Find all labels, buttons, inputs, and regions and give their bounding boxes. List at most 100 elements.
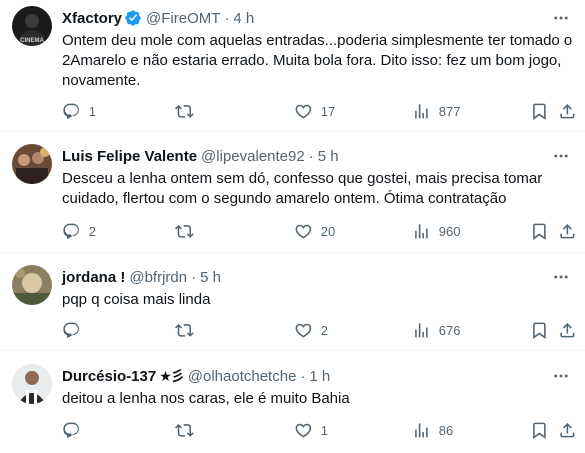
share-icon xyxy=(558,321,577,340)
like-button[interactable]: 2 xyxy=(294,320,328,340)
separator-dot: · xyxy=(191,268,197,286)
retweet-button[interactable] xyxy=(175,221,202,241)
bookmark-button[interactable] xyxy=(530,221,549,241)
retweet-button[interactable] xyxy=(175,420,202,440)
views-icon xyxy=(412,222,431,241)
reply-count: 2 xyxy=(88,223,96,239)
retweet-button[interactable] xyxy=(175,101,202,121)
reply-feed: CINEMA Xfactory @FireOMT · 4 h Ontem deu… xyxy=(0,0,585,453)
avatar[interactable]: CINEMA xyxy=(12,6,52,46)
like-count: 17 xyxy=(320,103,336,119)
views-button[interactable]: 676 xyxy=(412,320,460,340)
more-icon[interactable] xyxy=(551,366,571,386)
name-suffix: ★彡 xyxy=(159,368,185,384)
avatar-logo-text: CINEMA xyxy=(20,38,44,44)
reply-button[interactable]: 2 xyxy=(62,221,96,241)
like-icon xyxy=(294,321,313,340)
tweet[interactable]: CINEMA Xfactory @FireOMT · 4 h Ontem deu… xyxy=(0,0,585,131)
share-icon xyxy=(558,102,577,121)
reply-button[interactable]: 1 xyxy=(62,101,96,121)
bookmark-icon xyxy=(530,421,549,440)
author-name[interactable]: Xfactory xyxy=(62,10,122,27)
tweet-header: Durcésio-137 ★彡 @olhaotchetche · 1 h xyxy=(62,366,573,386)
reply-button[interactable] xyxy=(62,420,89,440)
separator-dot: · xyxy=(308,147,314,165)
like-count: 1 xyxy=(320,422,328,438)
like-button[interactable]: 1 xyxy=(294,420,328,440)
retweet-icon xyxy=(175,222,194,241)
tweet[interactable]: Luis Felipe Valente @lipevalente92 · 5 h… xyxy=(0,131,585,252)
verified-badge-icon xyxy=(124,9,142,27)
views-count: 86 xyxy=(438,422,454,438)
views-count: 877 xyxy=(438,103,461,119)
share-button[interactable] xyxy=(558,101,577,121)
bookmark-icon xyxy=(530,321,549,340)
views-button[interactable]: 960 xyxy=(412,221,460,241)
tweet-text: pqp q coisa mais linda xyxy=(62,291,211,308)
share-button[interactable] xyxy=(558,320,577,340)
author-name[interactable]: jordana ! xyxy=(62,269,125,286)
timestamp[interactable]: 5 h xyxy=(318,148,339,165)
action-bar: 2 676 xyxy=(62,320,575,340)
bookmark-icon xyxy=(530,222,549,241)
views-icon xyxy=(412,321,431,340)
tweet-text: deitou a lenha nos caras, ele é muito Ba… xyxy=(62,390,350,407)
share-icon xyxy=(558,421,577,440)
more-icon[interactable] xyxy=(551,267,571,287)
author-handle[interactable]: @lipevalente92 xyxy=(201,148,305,165)
avatar[interactable] xyxy=(12,364,52,404)
author-handle[interactable]: @olhaotchetche xyxy=(188,368,297,385)
action-bar: 1 86 xyxy=(62,420,575,440)
timestamp[interactable]: 1 h xyxy=(309,368,330,385)
author-handle[interactable]: @FireOMT xyxy=(146,10,220,27)
reply-icon xyxy=(62,421,81,440)
tweet[interactable]: jordana ! @bfrjrdn · 5 h pqp q coisa mai… xyxy=(0,252,585,350)
views-button[interactable]: 86 xyxy=(412,420,453,440)
author-name[interactable]: Durcésio-137 xyxy=(62,368,156,385)
reply-icon xyxy=(62,222,81,241)
views-button[interactable]: 877 xyxy=(412,101,460,121)
tweet-header: Xfactory @FireOMT · 4 h xyxy=(62,8,573,28)
like-button[interactable]: 20 xyxy=(294,221,335,241)
more-icon[interactable] xyxy=(551,8,571,28)
like-count: 20 xyxy=(320,223,336,239)
retweet-icon xyxy=(175,321,194,340)
views-count: 676 xyxy=(438,322,461,338)
reply-icon xyxy=(62,321,81,340)
bookmark-button[interactable] xyxy=(530,420,549,440)
bookmark-icon xyxy=(530,102,549,121)
tweet-text: Desceu a lenha ontem sem dó, confesso qu… xyxy=(62,170,543,207)
views-icon xyxy=(412,421,431,440)
avatar[interactable] xyxy=(12,265,52,305)
reply-button[interactable] xyxy=(62,320,89,340)
share-button[interactable] xyxy=(558,420,577,440)
separator-dot: · xyxy=(224,9,230,27)
retweet-icon xyxy=(175,421,194,440)
avatar[interactable] xyxy=(12,144,52,184)
bookmark-button[interactable] xyxy=(530,101,549,121)
reply-icon xyxy=(62,102,81,121)
views-icon xyxy=(412,102,431,121)
retweet-button[interactable] xyxy=(175,320,202,340)
action-bar: 1 17 877 xyxy=(62,101,575,121)
timestamp[interactable]: 5 h xyxy=(200,269,221,286)
like-button[interactable]: 17 xyxy=(294,101,335,121)
bookmark-button[interactable] xyxy=(530,320,549,340)
like-count: 2 xyxy=(320,322,328,338)
tweet-header: jordana ! @bfrjrdn · 5 h xyxy=(62,267,573,287)
tweet[interactable]: Durcésio-137 ★彡 @olhaotchetche · 1 h dei… xyxy=(0,350,585,453)
tweet-header: Luis Felipe Valente @lipevalente92 · 5 h xyxy=(62,146,573,166)
separator-dot: · xyxy=(300,367,306,385)
author-handle[interactable]: @bfrjrdn xyxy=(129,269,187,286)
share-icon xyxy=(558,222,577,241)
action-bar: 2 20 960 xyxy=(62,221,575,241)
like-icon xyxy=(294,222,313,241)
share-button[interactable] xyxy=(558,221,577,241)
more-icon[interactable] xyxy=(551,146,571,166)
views-count: 960 xyxy=(438,223,461,239)
retweet-icon xyxy=(175,102,194,121)
author-name[interactable]: Luis Felipe Valente xyxy=(62,148,197,165)
timestamp[interactable]: 4 h xyxy=(233,10,254,27)
tweet-text: Ontem deu mole com aquelas entradas...po… xyxy=(62,32,573,89)
like-icon xyxy=(294,421,313,440)
